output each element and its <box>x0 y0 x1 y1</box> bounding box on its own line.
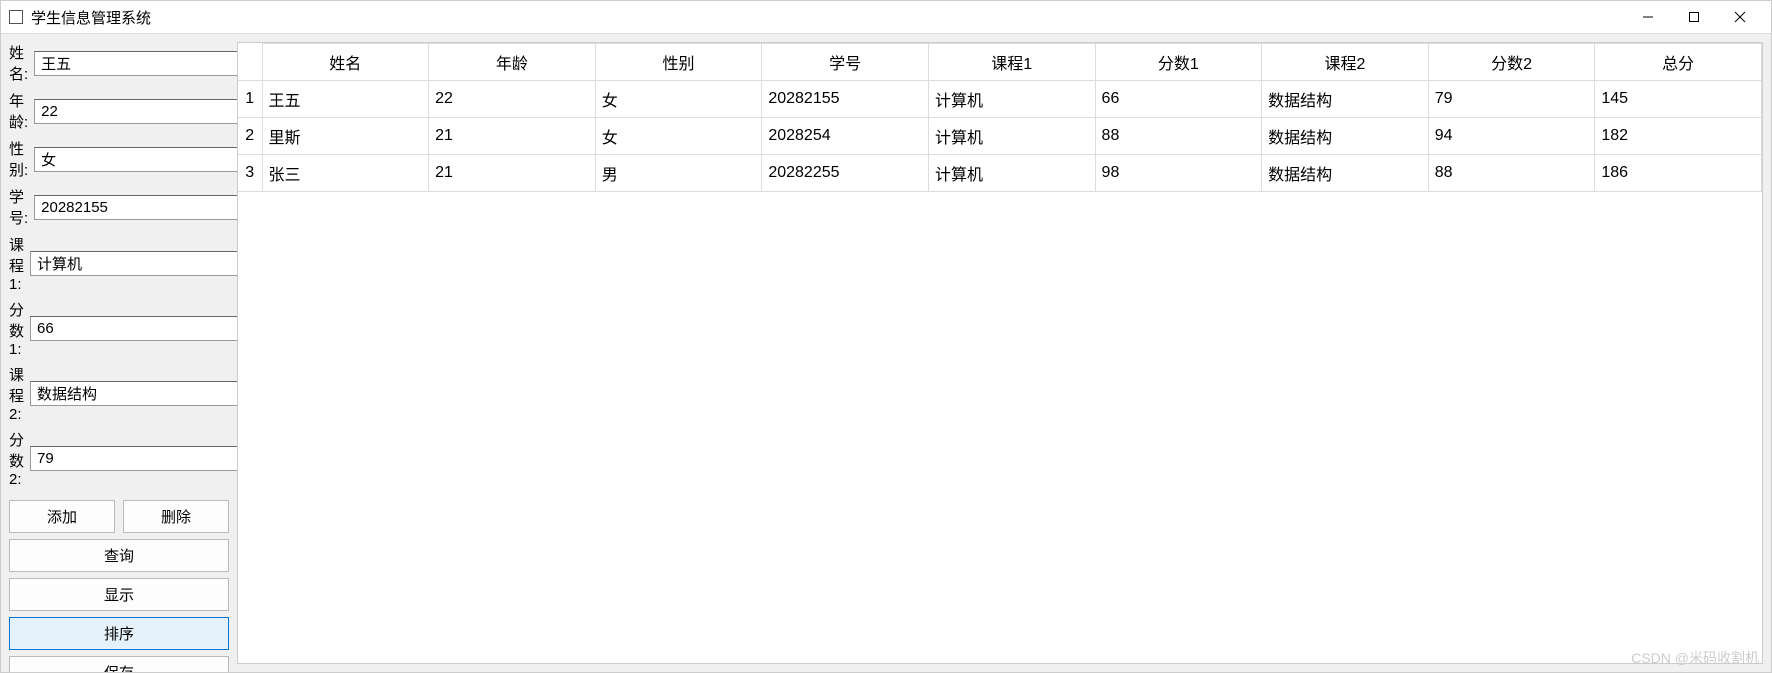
input-score2[interactable] <box>30 446 243 471</box>
cell-course2: 数据结构 <box>1262 155 1429 192</box>
minimize-icon <box>1642 11 1654 23</box>
header-rownum <box>238 44 262 81</box>
body: 姓名: 年龄: 性别: 学号: 课程1: 分数1: <box>1 33 1771 672</box>
header-score2[interactable]: 分数2 <box>1428 44 1595 81</box>
cell-course1: 计算机 <box>928 81 1095 118</box>
cell-score2: 79 <box>1428 81 1595 118</box>
cell-rownum: 3 <box>238 155 262 192</box>
cell-course1: 计算机 <box>928 118 1095 155</box>
header-name[interactable]: 姓名 <box>262 44 429 81</box>
sort-button[interactable]: 排序 <box>9 617 229 650</box>
header-sid[interactable]: 学号 <box>762 44 929 81</box>
add-button[interactable]: 添加 <box>9 500 115 533</box>
table-row[interactable]: 2 里斯 21 女 2028254 计算机 88 数据结构 94 182 <box>238 118 1762 155</box>
app-icon <box>9 10 23 24</box>
cell-course2: 数据结构 <box>1262 118 1429 155</box>
cell-gender: 女 <box>595 118 762 155</box>
cell-total: 186 <box>1595 155 1762 192</box>
header-score1[interactable]: 分数1 <box>1095 44 1262 81</box>
label-sid: 学号: <box>9 186 28 228</box>
cell-score1: 88 <box>1095 118 1262 155</box>
input-course1[interactable] <box>30 251 243 276</box>
label-course2: 课程2: <box>9 364 24 423</box>
cell-score2: 94 <box>1428 118 1595 155</box>
cell-course1: 计算机 <box>928 155 1095 192</box>
label-age: 年龄: <box>9 90 28 132</box>
field-score2: 分数2: <box>9 429 229 488</box>
cell-name: 里斯 <box>262 118 429 155</box>
cell-total: 145 <box>1595 81 1762 118</box>
header-course1[interactable]: 课程1 <box>928 44 1095 81</box>
label-course1: 课程1: <box>9 234 24 293</box>
field-sid: 学号: <box>9 186 229 228</box>
label-gender: 性别: <box>9 138 28 180</box>
save-button[interactable]: 保存 <box>9 656 229 672</box>
table-container: 姓名 年龄 性别 学号 课程1 分数1 课程2 分数2 总分 1 王五 <box>237 42 1763 664</box>
label-name: 姓名: <box>9 42 28 84</box>
field-course1: 课程1: <box>9 234 229 293</box>
cell-score1: 98 <box>1095 155 1262 192</box>
cell-rownum: 2 <box>238 118 262 155</box>
cell-course2: 数据结构 <box>1262 81 1429 118</box>
student-table: 姓名 年龄 性别 学号 课程1 分数1 课程2 分数2 总分 1 王五 <box>238 43 1762 192</box>
window-title: 学生信息管理系统 <box>31 7 151 28</box>
cell-gender: 女 <box>595 81 762 118</box>
close-icon <box>1734 11 1746 23</box>
input-sid[interactable] <box>34 195 247 220</box>
cell-age: 21 <box>429 155 596 192</box>
cell-sid: 2028254 <box>762 118 929 155</box>
cell-age: 22 <box>429 81 596 118</box>
field-course2: 课程2: <box>9 364 229 423</box>
header-course2[interactable]: 课程2 <box>1262 44 1429 81</box>
field-score1: 分数1: <box>9 299 229 358</box>
minimize-button[interactable] <box>1625 1 1671 33</box>
cell-name: 张三 <box>262 155 429 192</box>
input-score1[interactable] <box>30 316 243 341</box>
header-gender[interactable]: 性别 <box>595 44 762 81</box>
table-header-row: 姓名 年龄 性别 学号 课程1 分数1 课程2 分数2 总分 <box>238 44 1762 81</box>
cell-sid: 20282255 <box>762 155 929 192</box>
header-total[interactable]: 总分 <box>1595 44 1762 81</box>
titlebar: 学生信息管理系统 <box>1 1 1771 33</box>
query-button[interactable]: 查询 <box>9 539 229 572</box>
cell-total: 182 <box>1595 118 1762 155</box>
field-age: 年龄: <box>9 90 229 132</box>
show-button[interactable]: 显示 <box>9 578 229 611</box>
cell-sid: 20282155 <box>762 81 929 118</box>
input-name[interactable] <box>34 51 247 76</box>
cell-rownum: 1 <box>238 81 262 118</box>
field-name: 姓名: <box>9 42 229 84</box>
cell-gender: 男 <box>595 155 762 192</box>
app-window: 学生信息管理系统 姓名: 年龄: 性别: 学号: <box>0 0 1772 673</box>
field-gender: 性别: <box>9 138 229 180</box>
maximize-button[interactable] <box>1671 1 1717 33</box>
maximize-icon <box>1688 11 1700 23</box>
cell-name: 王五 <box>262 81 429 118</box>
input-age[interactable] <box>34 99 247 124</box>
table-row[interactable]: 3 张三 21 男 20282255 计算机 98 数据结构 88 186 <box>238 155 1762 192</box>
cell-score2: 88 <box>1428 155 1595 192</box>
header-age[interactable]: 年龄 <box>429 44 596 81</box>
input-course2[interactable] <box>30 381 243 406</box>
label-score2: 分数2: <box>9 429 24 488</box>
cell-age: 21 <box>429 118 596 155</box>
cell-score1: 66 <box>1095 81 1262 118</box>
table-row[interactable]: 1 王五 22 女 20282155 计算机 66 数据结构 79 145 <box>238 81 1762 118</box>
close-button[interactable] <box>1717 1 1763 33</box>
label-score1: 分数1: <box>9 299 24 358</box>
input-gender[interactable] <box>34 147 247 172</box>
delete-button[interactable]: 删除 <box>123 500 229 533</box>
sidebar: 姓名: 年龄: 性别: 学号: 课程1: 分数1: <box>9 42 229 664</box>
